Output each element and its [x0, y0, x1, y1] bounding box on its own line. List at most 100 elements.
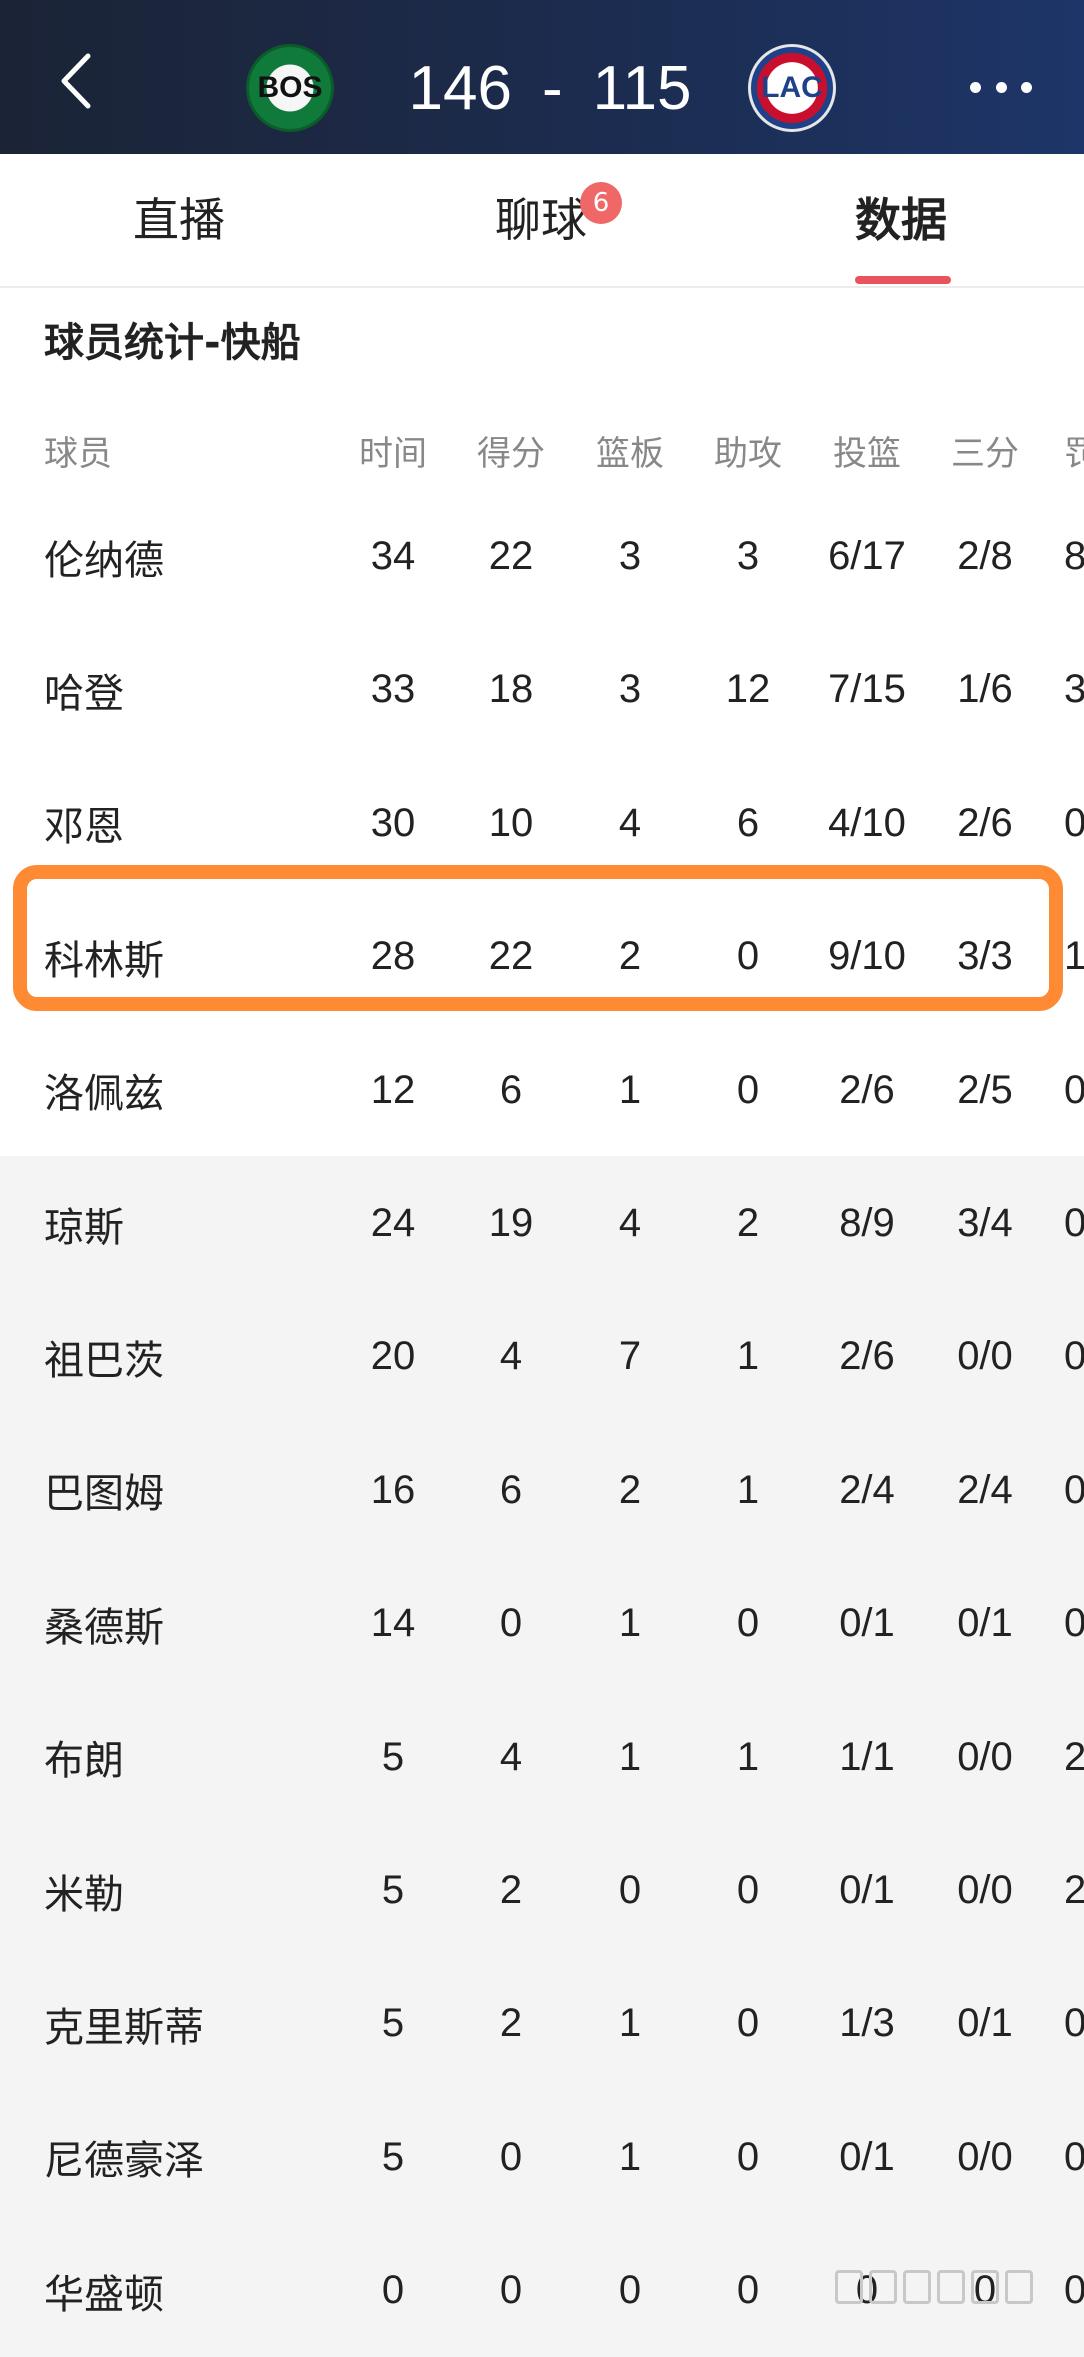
three-pointers-cell: 2/4	[957, 1467, 1013, 1512]
assists-cell: 12	[725, 667, 771, 712]
rebounds-cell: 1	[618, 2001, 642, 2046]
points-cell: 18	[488, 667, 534, 712]
away-team-abbr: LAC	[761, 71, 823, 104]
field-goals-cell: 1/1	[839, 1734, 895, 1779]
free-throws-cell: 2	[1064, 1734, 1084, 1779]
rebounds-cell: 4	[618, 800, 642, 845]
assists-cell: 1	[736, 1334, 760, 1379]
assists-cell: 0	[736, 2268, 760, 2313]
three-pointers-cell: 1/6	[957, 667, 1013, 712]
table-row[interactable]: 祖巴茨 20 4 7 1 2/6 0/0 0	[0, 1290, 1084, 1423]
minutes-cell: 20	[370, 1334, 416, 1379]
rebounds-cell: 3	[618, 534, 642, 578]
more-options-icon[interactable]	[970, 72, 1032, 102]
free-throws-cell: 3	[1064, 667, 1084, 712]
minutes-cell: 28	[370, 934, 416, 979]
field-goals-cell: 6/17	[828, 534, 906, 578]
points-cell: 4	[499, 1734, 523, 1779]
table-row[interactable]: 科林斯 28 22 2 0 9/10 3/3 1	[0, 890, 1084, 1023]
field-goals-cell: 0/1	[839, 1868, 895, 1912]
assists-cell: 6	[736, 800, 760, 845]
table-row[interactable]: 伦纳德 34 22 3 3 6/17 2/8 8	[0, 490, 1084, 623]
player-name-cell: 桑德斯	[44, 1604, 164, 1651]
field-goals-cell: 4/10	[828, 800, 906, 845]
field-goals-cell: 0/1	[839, 2134, 895, 2179]
points-cell: 2	[499, 2001, 523, 2046]
chat-count-badge: 6	[580, 182, 622, 224]
table-row[interactable]: 哈登 33 18 3 12 7/15 1/6 3	[0, 623, 1084, 756]
table-row[interactable]: 布朗 5 4 1 1 1/1 0/0 2	[0, 1691, 1084, 1824]
tab-chat[interactable]: 聊球	[495, 184, 587, 250]
minutes-cell: 33	[370, 667, 416, 712]
assists-cell: 0	[736, 1601, 760, 1646]
points-cell: 6	[499, 1467, 523, 1512]
home-team-logo[interactable]: BOS	[246, 44, 334, 132]
minutes-cell: 30	[370, 800, 416, 845]
assists-cell: 0	[736, 2134, 760, 2179]
free-throws-cell: 0	[1064, 1067, 1084, 1112]
points-cell: 0	[499, 2268, 523, 2313]
away-team-logo[interactable]: LAC	[748, 44, 836, 132]
player-name-cell: 琼斯	[44, 1204, 124, 1251]
minutes-cell: 5	[381, 1734, 405, 1779]
rebounds-cell: 1	[618, 1734, 642, 1779]
top-bar: BOS 146 - 115 LAC	[0, 0, 1084, 154]
player-name-cell: 巴图姆	[44, 1471, 164, 1518]
player-name-cell: 克里斯蒂	[44, 2004, 204, 2051]
assists-cell: 0	[736, 934, 760, 979]
assists-cell: 0	[736, 1868, 760, 1912]
field-goals-cell: 2/6	[839, 1334, 895, 1379]
rebounds-cell: 3	[618, 667, 642, 712]
table-row[interactable]: 洛佩兹 12 6 1 0 2/6 2/5 0	[0, 1024, 1084, 1157]
rebounds-cell: 2	[618, 934, 642, 979]
player-name-cell: 科林斯	[44, 937, 164, 984]
minutes-cell: 16	[370, 1467, 416, 1512]
free-throws-cell: 0	[1064, 1601, 1084, 1646]
table-row[interactable]: 克里斯蒂 5 2 1 0 1/3 0/1 0	[0, 1957, 1084, 2090]
three-pointers-cell: 0/1	[957, 2001, 1013, 2046]
minutes-cell: 5	[381, 2001, 405, 2046]
active-tab-indicator	[855, 276, 951, 284]
three-pointers-cell: 2/8	[957, 534, 1013, 578]
table-row[interactable]: 米勒 5 2 0 0 0/1 0/0 2	[0, 1824, 1084, 1957]
player-name-cell: 哈登	[44, 670, 124, 717]
three-pointers-cell: 0/0	[957, 2134, 1013, 2179]
field-goals-cell: 2/4	[839, 1467, 895, 1512]
tab-data[interactable]: 数据	[855, 184, 947, 250]
points-cell: 4	[499, 1334, 523, 1379]
three-pointers-cell: 3/3	[957, 934, 1013, 979]
section-title: 球员统计-快船	[44, 320, 301, 366]
rebounds-cell: 1	[618, 1601, 642, 1646]
points-cell: 6	[499, 1067, 523, 1112]
assists-cell: 2	[736, 1201, 760, 1245]
minutes-cell: 0	[381, 2268, 405, 2313]
home-team-abbr: BOS	[257, 71, 323, 104]
field-goals-cell: 7/15	[828, 667, 906, 712]
field-goals-cell: 2/6	[839, 1067, 895, 1112]
table-row[interactable]: 邓恩 30 10 4 6 4/10 2/6 0	[0, 757, 1084, 890]
free-throws-cell: 0	[1064, 1201, 1084, 1245]
table-row[interactable]: 巴图姆 16 6 2 1 2/4 2/4 0	[0, 1424, 1084, 1557]
assists-cell: 1	[736, 1734, 760, 1779]
free-throws-cell: 0	[1064, 800, 1084, 845]
rebounds-cell: 0	[618, 2268, 642, 2313]
player-name-cell: 尼德豪泽	[44, 2138, 204, 2185]
table-row[interactable]: 琼斯 24 19 4 2 8/9 3/4 0	[0, 1157, 1084, 1290]
home-score: 146	[408, 53, 512, 123]
player-name-cell: 米勒	[44, 1871, 124, 1918]
tab-bar: 直播 聊球 6 数据	[0, 154, 1084, 288]
player-name-cell: 祖巴茨	[44, 1337, 164, 1384]
three-pointers-cell: 0/0	[957, 1734, 1013, 1779]
assists-cell: 3	[736, 534, 760, 578]
rebounds-cell: 4	[618, 1201, 642, 1245]
player-name-cell: 华盛顿	[44, 2271, 164, 2318]
player-name-cell: 伦纳德	[44, 537, 164, 584]
table-row[interactable]: 尼德豪泽 5 0 1 0 0/1 0/0 0	[0, 2091, 1084, 2224]
player-name-cell: 布朗	[44, 1738, 124, 1785]
three-pointers-cell: 0/1	[957, 1601, 1013, 1646]
back-arrow-icon[interactable]	[58, 52, 98, 110]
minutes-cell: 34	[370, 534, 416, 578]
tab-live[interactable]: 直播	[133, 184, 225, 250]
table-row[interactable]: 桑德斯 14 0 1 0 0/1 0/1 0	[0, 1557, 1084, 1690]
three-pointers-cell: 0/0	[957, 1868, 1013, 1912]
